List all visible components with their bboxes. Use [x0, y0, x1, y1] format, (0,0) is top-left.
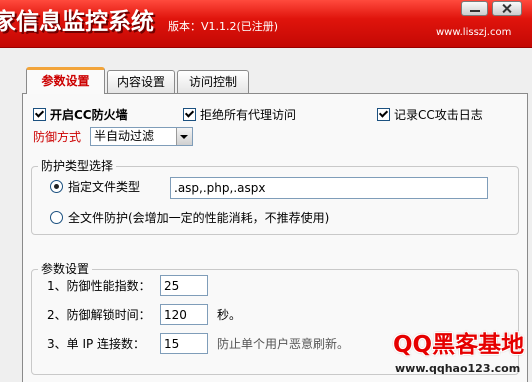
defense-mode-label: 防御方式 [33, 130, 82, 144]
radio-button[interactable] [50, 179, 63, 193]
checkbox-label: 记录CC攻击日志 [394, 107, 483, 122]
param-label: 1、防御性能指数： [47, 279, 151, 293]
performance-index-input[interactable] [160, 275, 208, 296]
radio-button[interactable] [50, 210, 63, 224]
param-label: 2、防御解锁时间： [47, 308, 151, 322]
radio-label: 指定文件类型 [68, 179, 141, 194]
ip-connections-input[interactable] [160, 333, 208, 354]
hint-text: 防止单个用户恶意刷新。 [217, 337, 350, 351]
close-icon [502, 3, 512, 14]
file-types-input[interactable] [170, 177, 488, 199]
defense-mode-select[interactable]: 半自动过滤 [90, 127, 193, 146]
checkbox-box[interactable] [33, 107, 46, 121]
watermark-url: www.qqhao123.com [395, 362, 521, 375]
group-legend: 参数设置 [38, 262, 93, 276]
minimize-icon [470, 10, 480, 12]
dropdown-button[interactable] [176, 128, 192, 145]
chevron-down-icon [180, 135, 188, 139]
radio-dot [54, 183, 59, 189]
checkmark-icon [184, 107, 195, 118]
checkbox-enable-cc-firewall[interactable]: 开启CC防火墙 [33, 107, 128, 122]
tab-access-control[interactable]: 访问控制 [177, 70, 249, 94]
watermark-logo: QQ黑客基地 [393, 332, 525, 358]
title-bar: 家信息监控系统 版本：V1.1.2(已注册) www.lisszj.com [0, 0, 532, 48]
checkmark-icon [34, 107, 45, 118]
minimize-button[interactable] [461, 1, 488, 16]
checkbox-deny-all-proxies[interactable]: 拒绝所有代理访问 [183, 107, 297, 122]
protection-type-group: 防护类型选择 指定文件类型 全文件防护(会增加一定的性能消耗，不推荐使用) [31, 159, 519, 235]
tab-parameter-settings[interactable]: 参数设置 [26, 67, 105, 94]
checkbox-box[interactable] [183, 107, 196, 121]
checkbox-label: 拒绝所有代理访问 [200, 107, 297, 122]
param-row-unlock-time: 2、防御解锁时间： 秒。 [47, 304, 241, 325]
checkmark-icon [378, 107, 389, 118]
radio-all-files[interactable]: 全文件防护(会增加一定的性能消耗，不推荐使用) [50, 210, 330, 225]
param-row-ip-connections: 3、单 IP 连接数： 防止单个用户恶意刷新。 [47, 333, 349, 354]
unlock-time-input[interactable] [160, 304, 208, 325]
radio-label: 全文件防护(会增加一定的性能消耗，不推荐使用) [68, 210, 330, 225]
website-label: www.lisszj.com [436, 27, 512, 38]
checkbox-box[interactable] [377, 107, 390, 121]
version-label: 版本：V1.1.2(已注册) [168, 20, 279, 33]
radio-specified-file-types[interactable]: 指定文件类型 [50, 179, 141, 194]
checkbox-log-cc-attacks[interactable]: 记录CC攻击日志 [377, 107, 483, 122]
parameters-group: 参数设置 1、防御性能指数： 2、防御解锁时间： 秒。 3、单 IP 连接数： … [31, 262, 519, 375]
tab-content-settings[interactable]: 内容设置 [107, 70, 175, 94]
group-legend: 防护类型选择 [38, 159, 117, 173]
param-row-performance-index: 1、防御性能指数： [47, 275, 208, 296]
close-button[interactable] [492, 1, 522, 16]
app-title: 家信息监控系统 [0, 9, 154, 35]
unit-label: 秒。 [217, 308, 242, 322]
checkbox-label: 开启CC防火墙 [50, 107, 128, 122]
param-label: 3、单 IP 连接数： [47, 337, 146, 351]
defense-mode-value: 半自动过滤 [94, 129, 155, 143]
